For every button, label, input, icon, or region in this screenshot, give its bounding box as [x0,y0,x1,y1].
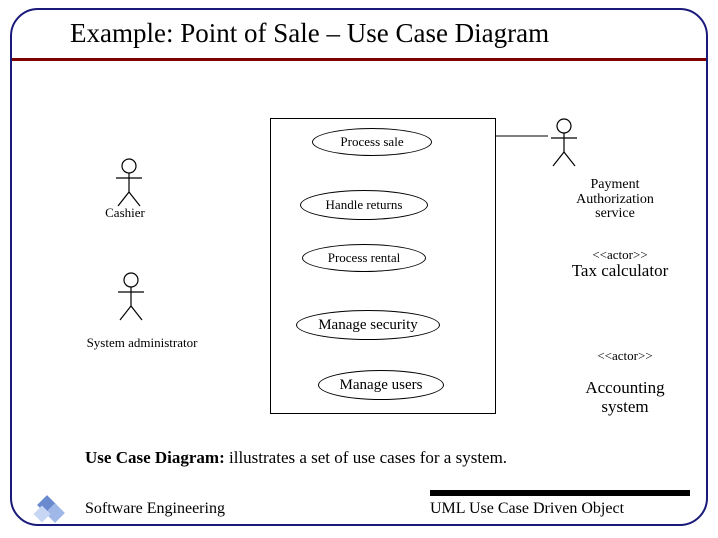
footer-bar [430,490,690,496]
slide-bullet-icon [30,488,70,528]
footer-left: Software Engineering [85,500,225,518]
diagram-caption: Use Case Diagram: illustrates a set of u… [85,448,507,468]
caption-rest: illustrates a set of use cases for a sys… [225,448,507,467]
caption-bold: Use Case Diagram: [85,448,225,467]
footer-right: UML Use Case Driven Object [430,500,624,518]
